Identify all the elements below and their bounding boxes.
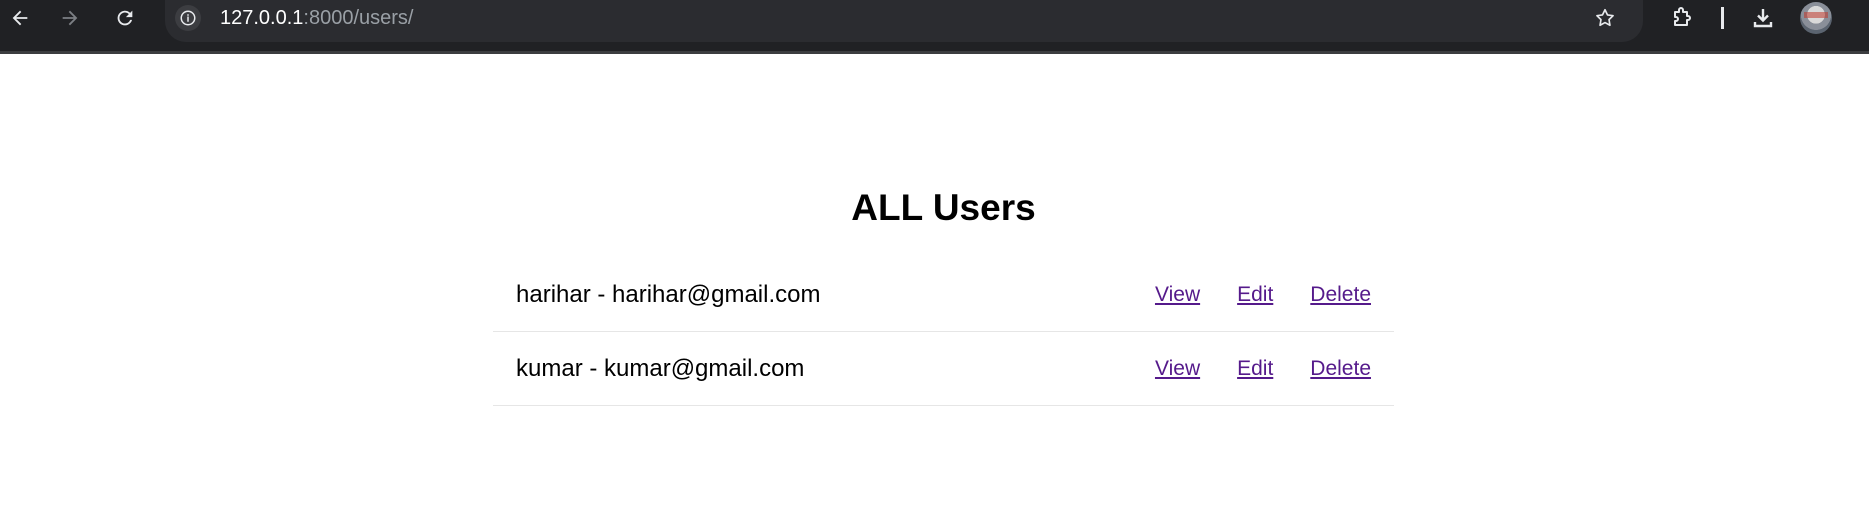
profile-avatar[interactable] bbox=[1800, 2, 1832, 34]
url-path: :8000/users/ bbox=[303, 7, 414, 29]
row-actions: View Edit Delete bbox=[1118, 281, 1371, 309]
download-icon[interactable] bbox=[1743, 0, 1783, 36]
user-row: kumar - kumar@gmail.com View Edit Delete bbox=[493, 332, 1394, 406]
reload-icon[interactable] bbox=[105, 0, 145, 36]
delete-user-link[interactable]: Delete bbox=[1310, 355, 1371, 383]
edit-user-link[interactable]: Edit bbox=[1237, 281, 1273, 309]
view-user-link[interactable]: View bbox=[1155, 355, 1200, 383]
toolbar-divider bbox=[1721, 7, 1724, 29]
user-list: harihar - harihar@gmail.com View Edit De… bbox=[493, 258, 1394, 406]
address-bar[interactable]: 127.0.0.1:8000/users/ bbox=[165, 0, 1643, 42]
url-host: 127.0.0.1 bbox=[220, 7, 304, 29]
back-icon[interactable] bbox=[0, 0, 40, 36]
bookmark-star-icon[interactable] bbox=[1585, 0, 1625, 36]
user-label: kumar - kumar@gmail.com bbox=[516, 355, 805, 382]
delete-user-link[interactable]: Delete bbox=[1310, 281, 1371, 309]
site-info-icon[interactable] bbox=[175, 5, 201, 31]
url-text[interactable]: 127.0.0.1:8000/users/ bbox=[220, 4, 414, 32]
page-title: ALL Users bbox=[851, 187, 1036, 228]
browser-toolbar: 127.0.0.1:8000/users/ bbox=[0, 0, 1869, 54]
extensions-icon[interactable] bbox=[1662, 0, 1702, 36]
forward-icon[interactable] bbox=[50, 0, 90, 36]
user-row: harihar - harihar@gmail.com View Edit De… bbox=[493, 258, 1394, 332]
user-label: harihar - harihar@gmail.com bbox=[516, 281, 821, 308]
row-actions: View Edit Delete bbox=[1118, 355, 1371, 383]
view-user-link[interactable]: View bbox=[1155, 281, 1200, 309]
edit-user-link[interactable]: Edit bbox=[1237, 355, 1273, 383]
